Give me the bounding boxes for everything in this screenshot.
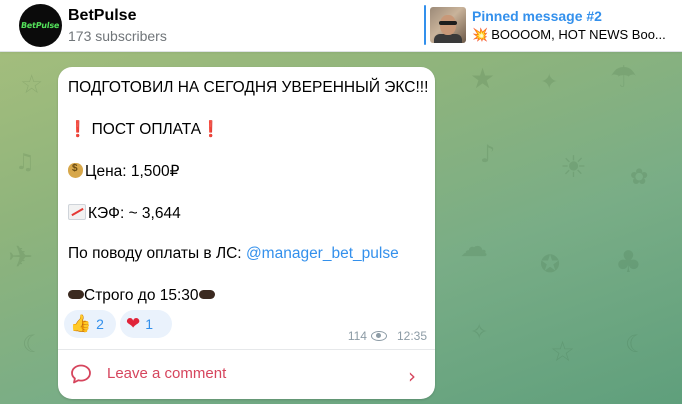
comment-bubble-icon bbox=[71, 364, 91, 384]
price-text: Цена: 1,500₽ bbox=[85, 163, 180, 180]
pinned-message-preview[interactable]: 💥 BOOOOM, HOT NEWS Boo... bbox=[472, 27, 672, 43]
message-line-payment: По поводу оплаты в ЛС: @manager_bet_puls… bbox=[68, 245, 399, 263]
message-time: 12:35 bbox=[396, 329, 427, 343]
paid-post-text: ПОСТ ОПЛАТА bbox=[87, 121, 202, 138]
manager-username-link[interactable]: @manager_bet_pulse bbox=[246, 245, 399, 262]
coefficient-text: КЭФ: ~ 3,644 bbox=[88, 205, 181, 222]
pointing-left-icon bbox=[198, 290, 215, 299]
avatar-logo-text: BetPulse bbox=[20, 21, 61, 30]
message-meta: 114 12:35 bbox=[348, 329, 427, 343]
pointing-right-icon bbox=[68, 290, 84, 299]
message-bubble: ПОДГОТОВИЛ НА СЕГОДНЯ УВЕРЕННЫЙ ЭКС!!! ❗… bbox=[58, 67, 435, 399]
pinned-preview-text: BOOOOM, HOT NEWS Boo... bbox=[491, 27, 666, 42]
reaction-count: 1 bbox=[145, 316, 154, 332]
reaction-count: 2 bbox=[96, 316, 104, 332]
chevron-right-icon: › bbox=[408, 364, 416, 388]
subscriber-count: 173 subscribers bbox=[68, 28, 167, 44]
message-line-price: Цена: 1,500₽ bbox=[68, 162, 180, 181]
message-line-coefficient: КЭФ: ~ 3,644 bbox=[68, 204, 181, 223]
payment-text: По поводу оплаты в ЛС: bbox=[68, 245, 246, 262]
thumbs-up-icon: 👍 bbox=[70, 314, 92, 334]
message-line-paid-post: ❗ ПОСТ ОПЛАТА❗ bbox=[68, 120, 220, 139]
message-line-headline: ПОДГОТОВИЛ НА СЕГОДНЯ УВЕРЕННЫЙ ЭКС!!! bbox=[68, 79, 429, 96]
exclamation-icon: ❗ bbox=[201, 120, 221, 138]
view-count: 114 bbox=[347, 329, 367, 343]
leave-comment-button[interactable]: Leave a comment › bbox=[58, 350, 435, 399]
chart-increasing-icon bbox=[68, 204, 86, 220]
collision-icon: 💥 bbox=[472, 27, 489, 42]
eye-icon bbox=[370, 331, 387, 341]
reaction-thumbs-up[interactable]: 👍 2 bbox=[64, 310, 116, 338]
money-bag-icon bbox=[68, 163, 83, 178]
pinned-thumbnail[interactable] bbox=[430, 7, 466, 43]
chat-header: BetPulse BetPulse 173 subscribers Pinned… bbox=[0, 0, 682, 52]
channel-title[interactable]: BetPulse bbox=[68, 7, 136, 25]
pinned-indicator-bar bbox=[424, 5, 426, 45]
channel-avatar[interactable]: BetPulse bbox=[19, 4, 62, 47]
deadline-text: Строго до 15:30 bbox=[84, 287, 199, 304]
exclamation-icon: ❗ bbox=[68, 120, 88, 138]
pinned-message-title[interactable]: Pinned message #2 bbox=[472, 8, 602, 24]
heart-icon: ❤ bbox=[126, 314, 141, 334]
reaction-heart[interactable]: ❤ 1 bbox=[120, 310, 172, 338]
message-line-deadline: Строго до 15:30 bbox=[68, 287, 215, 305]
leave-comment-label: Leave a comment bbox=[107, 365, 227, 382]
